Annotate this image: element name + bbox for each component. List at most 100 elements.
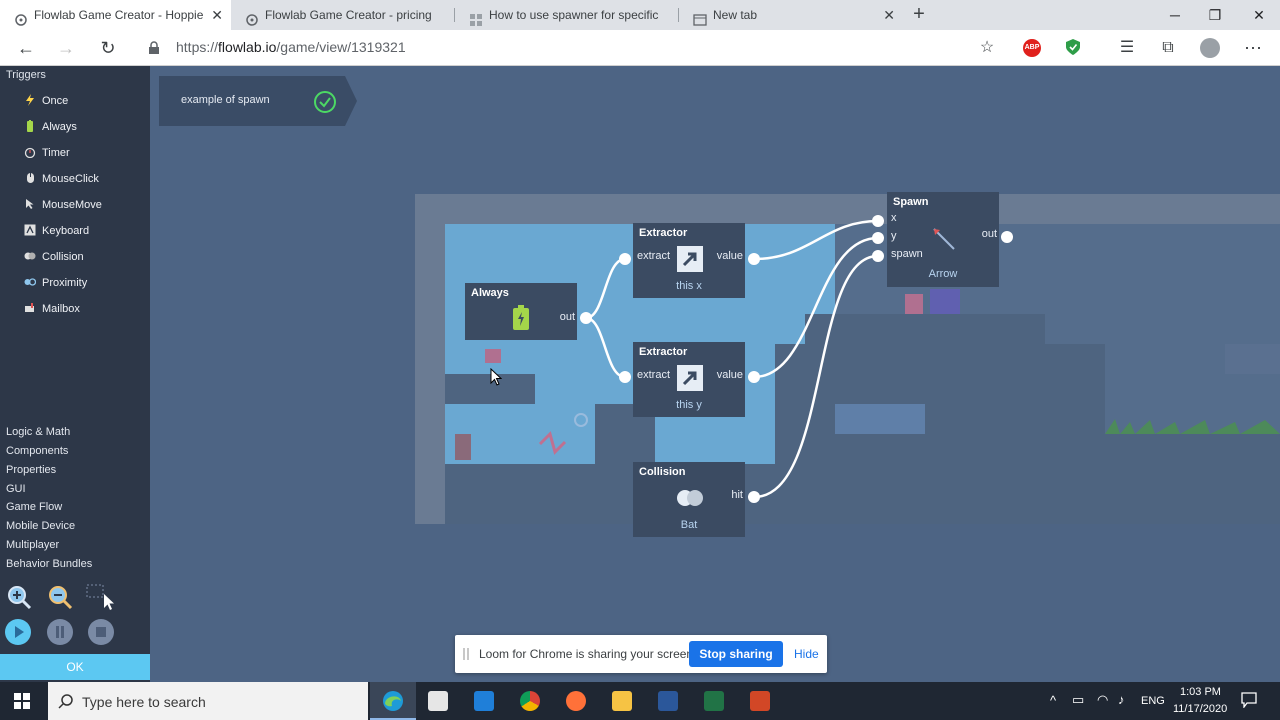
close-tab-icon[interactable]: ✕ bbox=[883, 0, 895, 30]
word-icon[interactable] bbox=[658, 691, 678, 711]
lightning-icon bbox=[24, 94, 36, 106]
restore-window-icon[interactable]: ❐ bbox=[1192, 0, 1238, 30]
tray-chevron-icon[interactable]: ^ bbox=[1050, 693, 1056, 708]
ok-button[interactable]: OK bbox=[0, 654, 150, 680]
trigger-label: Always bbox=[42, 121, 77, 133]
collections-icon[interactable]: ⧉ bbox=[1156, 36, 1180, 60]
volume-icon[interactable]: ♪ bbox=[1118, 692, 1125, 707]
node-param: Bat bbox=[680, 519, 698, 531]
shield-extension-icon[interactable] bbox=[1065, 38, 1081, 61]
port-y-label: y bbox=[891, 230, 897, 242]
chrome-icon[interactable] bbox=[520, 691, 540, 711]
clock-time[interactable]: 1:03 PM bbox=[1180, 686, 1221, 698]
tab-spawner-help[interactable]: How to use spawner for specific bbox=[455, 0, 679, 30]
category-logic-math[interactable]: Logic & Math bbox=[6, 426, 70, 438]
firefox-icon[interactable] bbox=[566, 691, 586, 711]
reload-icon[interactable]: ↻ bbox=[96, 36, 120, 60]
trigger-label: MouseMove bbox=[42, 199, 102, 211]
windows-start-icon[interactable] bbox=[14, 693, 30, 714]
port-hit-label: hit bbox=[731, 489, 743, 501]
extractor-x-in-port[interactable] bbox=[619, 253, 631, 265]
always-node[interactable]: Always out bbox=[465, 283, 577, 340]
collision-icon bbox=[675, 488, 705, 513]
battery-icon bbox=[512, 305, 530, 336]
spawn-node[interactable]: Spawn x y spawn out Arrow bbox=[887, 192, 999, 287]
extract-arrow-icon bbox=[676, 245, 704, 278]
mail-icon[interactable] bbox=[474, 691, 494, 711]
play-button[interactable] bbox=[5, 619, 31, 645]
adblock-plus-icon[interactable]: ABP bbox=[1023, 39, 1041, 57]
new-tab-button[interactable]: + bbox=[908, 3, 930, 27]
extractor-x-out-port[interactable] bbox=[748, 253, 760, 265]
zoom-in-icon[interactable] bbox=[6, 584, 32, 615]
excel-icon[interactable] bbox=[704, 691, 724, 711]
network-icon[interactable]: ▭ bbox=[1072, 692, 1084, 708]
forward-arrow-icon[interactable]: → bbox=[54, 36, 78, 60]
spawn-out-port[interactable] bbox=[1001, 231, 1013, 243]
stop-sharing-button[interactable]: Stop sharing bbox=[689, 641, 783, 667]
clock-date[interactable]: 11/17/2020 bbox=[1173, 703, 1227, 715]
extractor-y-in-port[interactable] bbox=[619, 371, 631, 383]
stop-button[interactable] bbox=[88, 619, 114, 645]
category-components[interactable]: Components bbox=[6, 445, 68, 457]
node-title: Spawn bbox=[893, 196, 929, 208]
cursor-icon bbox=[24, 198, 36, 210]
browser-tab-strip: Flowlab Game Creator - Hoppie ✕ Flowlab … bbox=[0, 0, 1280, 30]
extractor-y-node[interactable]: Extractor extract value this y bbox=[633, 342, 745, 417]
always-out-port[interactable] bbox=[580, 312, 592, 324]
collision-out-port[interactable] bbox=[748, 491, 760, 503]
category-properties[interactable]: Properties bbox=[6, 464, 56, 476]
search-placeholder: Type here to search bbox=[82, 694, 206, 710]
edge-taskbar-icon[interactable] bbox=[370, 682, 416, 720]
drag-handle-icon[interactable] bbox=[463, 648, 469, 660]
category-gui[interactable]: GUI bbox=[6, 483, 26, 495]
tab-new-tab[interactable]: New tab ✕ bbox=[679, 0, 903, 30]
port-extract-label: extract bbox=[637, 369, 671, 381]
favorites-list-icon[interactable]: ☰ bbox=[1115, 36, 1139, 60]
category-behavior-bundles[interactable]: Behavior Bundles bbox=[6, 558, 92, 570]
taskbar-search-box[interactable]: Type here to search bbox=[48, 682, 368, 720]
zoom-out-icon[interactable] bbox=[47, 584, 73, 615]
tab-title: How to use spawner for specific bbox=[489, 8, 659, 22]
mouse-icon bbox=[24, 172, 36, 184]
address-bar[interactable]: https://flowlab.io/game/view/1319321 bbox=[176, 39, 406, 55]
favorite-star-icon[interactable]: ☆ bbox=[975, 36, 999, 60]
tab-flowlab-hoppie[interactable]: Flowlab Game Creator - Hoppie ✕ bbox=[0, 0, 231, 30]
category-mobile-device[interactable]: Mobile Device bbox=[6, 520, 75, 532]
profile-avatar[interactable] bbox=[1200, 38, 1220, 58]
mouse-cursor-icon bbox=[490, 367, 503, 391]
extractor-y-out-port[interactable] bbox=[748, 371, 760, 383]
wifi-icon[interactable]: ◠ bbox=[1097, 692, 1108, 708]
hide-button[interactable]: Hide bbox=[794, 647, 819, 661]
trigger-label: Keyboard bbox=[42, 225, 90, 237]
windows-taskbar: Type here to search ^ ▭ ◠ ♪ ENG 1:03 PM … bbox=[0, 682, 1280, 720]
extractor-x-node[interactable]: Extractor extract value this x bbox=[633, 223, 745, 298]
category-multiplayer[interactable]: Multiplayer bbox=[6, 539, 59, 551]
powerpoint-icon[interactable] bbox=[750, 691, 770, 711]
close-tab-icon[interactable]: ✕ bbox=[211, 0, 223, 30]
lock-icon bbox=[148, 41, 160, 60]
store-icon[interactable] bbox=[428, 691, 448, 711]
node-param: this y bbox=[676, 399, 702, 411]
trigger-label: Mailbox bbox=[42, 303, 80, 315]
language-indicator[interactable]: ENG bbox=[1141, 695, 1165, 707]
select-tool-icon[interactable] bbox=[86, 584, 116, 617]
collision-node[interactable]: Collision hit Bat bbox=[633, 462, 745, 537]
browser-toolbar: ← → ↻ https://flowlab.io/game/view/13193… bbox=[0, 30, 1280, 66]
flowlab-favicon-icon bbox=[245, 8, 259, 26]
node-title: Collision bbox=[639, 466, 686, 478]
back-arrow-icon[interactable]: ← bbox=[14, 36, 38, 60]
proximity-icon bbox=[24, 276, 37, 288]
more-menu-icon[interactable]: ⋯ bbox=[1241, 36, 1265, 60]
file-explorer-icon[interactable] bbox=[612, 691, 632, 711]
category-game-flow[interactable]: Game Flow bbox=[6, 501, 62, 513]
tab-flowlab-pricing[interactable]: Flowlab Game Creator - pricing bbox=[231, 0, 455, 30]
behavior-editor-canvas[interactable]: example of spawn Always out Extractor ex… bbox=[150, 66, 1280, 682]
notifications-icon[interactable] bbox=[1241, 692, 1257, 713]
pause-button[interactable] bbox=[47, 619, 73, 645]
spawn-y-in-port[interactable] bbox=[872, 232, 884, 244]
port-x-label: x bbox=[891, 212, 897, 224]
close-window-icon[interactable]: ✕ bbox=[1236, 0, 1280, 30]
spawn-x-in-port[interactable] bbox=[872, 215, 884, 227]
spawn-spawn-in-port[interactable] bbox=[872, 250, 884, 262]
